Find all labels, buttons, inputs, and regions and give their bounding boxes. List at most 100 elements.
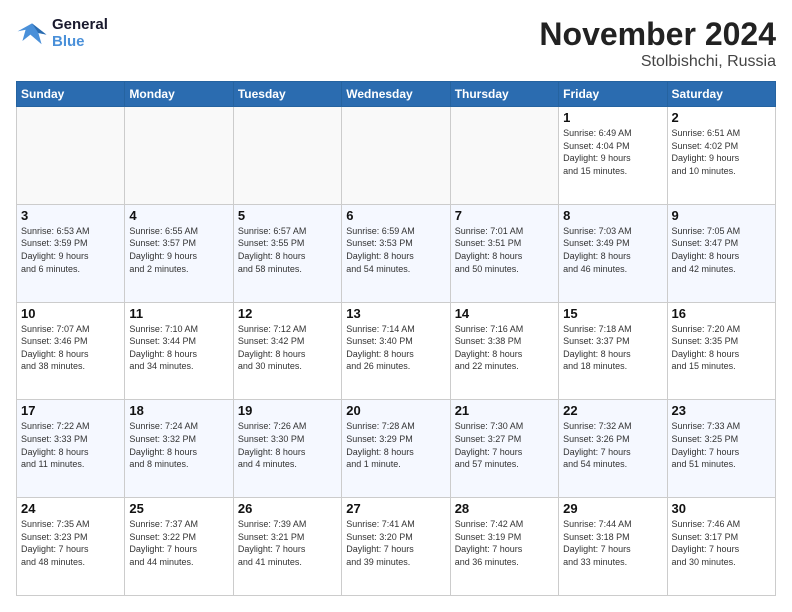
table-row (125, 107, 233, 205)
col-saturday: Saturday (667, 82, 775, 107)
day-info: Sunrise: 7:01 AM Sunset: 3:51 PM Dayligh… (455, 225, 554, 275)
location-title: Stolbishchi, Russia (539, 53, 776, 71)
header: General Blue November 2024 Stolbishchi, … (16, 16, 776, 71)
col-wednesday: Wednesday (342, 82, 450, 107)
day-number: 2 (672, 110, 771, 125)
table-row: 19 Sunrise: 7:26 AM Sunset: 3:30 PM Dayli… (233, 400, 341, 498)
header-row: Sunday Monday Tuesday Wednesday Thursday… (17, 82, 776, 107)
day-number: 26 (238, 501, 337, 516)
calendar-week-row: 24 Sunrise: 7:35 AM Sunset: 3:23 PM Dayli… (17, 498, 776, 596)
col-sunday: Sunday (17, 82, 125, 107)
table-row: 5 Sunrise: 6:57 AM Sunset: 3:55 PM Daylig… (233, 204, 341, 302)
day-info: Sunrise: 7:14 AM Sunset: 3:40 PM Dayligh… (346, 323, 445, 373)
day-number: 29 (563, 501, 662, 516)
day-number: 10 (21, 306, 120, 321)
table-row: 23 Sunrise: 7:33 AM Sunset: 3:25 PM Dayli… (667, 400, 775, 498)
day-number: 28 (455, 501, 554, 516)
day-info: Sunrise: 7:33 AM Sunset: 3:25 PM Dayligh… (672, 420, 771, 470)
day-info: Sunrise: 6:59 AM Sunset: 3:53 PM Dayligh… (346, 225, 445, 275)
day-number: 22 (563, 403, 662, 418)
day-number: 5 (238, 208, 337, 223)
day-info: Sunrise: 7:03 AM Sunset: 3:49 PM Dayligh… (563, 225, 662, 275)
day-number: 9 (672, 208, 771, 223)
col-thursday: Thursday (450, 82, 558, 107)
day-info: Sunrise: 7:05 AM Sunset: 3:47 PM Dayligh… (672, 225, 771, 275)
day-number: 8 (563, 208, 662, 223)
table-row (233, 107, 341, 205)
table-row: 2 Sunrise: 6:51 AM Sunset: 4:02 PM Daylig… (667, 107, 775, 205)
day-info: Sunrise: 7:35 AM Sunset: 3:23 PM Dayligh… (21, 518, 120, 568)
day-number: 19 (238, 403, 337, 418)
table-row: 28 Sunrise: 7:42 AM Sunset: 3:19 PM Dayli… (450, 498, 558, 596)
logo: General Blue (16, 16, 108, 50)
day-info: Sunrise: 7:07 AM Sunset: 3:46 PM Dayligh… (21, 323, 120, 373)
table-row: 7Sunrise: 7:01 AM Sunset: 3:51 PM Daylig… (450, 204, 558, 302)
table-row: 21Sunrise: 7:30 AM Sunset: 3:27 PM Dayli… (450, 400, 558, 498)
day-info: Sunrise: 7:28 AM Sunset: 3:29 PM Dayligh… (346, 420, 445, 470)
day-info: Sunrise: 7:18 AM Sunset: 3:37 PM Dayligh… (563, 323, 662, 373)
table-row: 26 Sunrise: 7:39 AM Sunset: 3:21 PM Dayli… (233, 498, 341, 596)
day-info: Sunrise: 7:44 AM Sunset: 3:18 PM Dayligh… (563, 518, 662, 568)
day-number: 11 (129, 306, 228, 321)
day-info: Sunrise: 6:53 AM Sunset: 3:59 PM Dayligh… (21, 225, 120, 275)
day-info: Sunrise: 7:30 AM Sunset: 3:27 PM Dayligh… (455, 420, 554, 470)
day-number: 1 (563, 110, 662, 125)
table-row: 25 Sunrise: 7:37 AM Sunset: 3:22 PM Dayli… (125, 498, 233, 596)
day-number: 16 (672, 306, 771, 321)
day-number: 27 (346, 501, 445, 516)
day-info: Sunrise: 7:24 AM Sunset: 3:32 PM Dayligh… (129, 420, 228, 470)
table-row: 9 Sunrise: 7:05 AM Sunset: 3:47 PM Daylig… (667, 204, 775, 302)
day-number: 20 (346, 403, 445, 418)
title-block: November 2024 Stolbishchi, Russia (539, 16, 776, 71)
day-info: Sunrise: 7:22 AM Sunset: 3:33 PM Dayligh… (21, 420, 120, 470)
day-info: Sunrise: 6:55 AM Sunset: 3:57 PM Dayligh… (129, 225, 228, 275)
calendar-week-row: 17 Sunrise: 7:22 AM Sunset: 3:33 PM Dayli… (17, 400, 776, 498)
day-info: Sunrise: 7:12 AM Sunset: 3:42 PM Dayligh… (238, 323, 337, 373)
day-number: 14 (455, 306, 554, 321)
day-info: Sunrise: 7:39 AM Sunset: 3:21 PM Dayligh… (238, 518, 337, 568)
day-info: Sunrise: 7:26 AM Sunset: 3:30 PM Dayligh… (238, 420, 337, 470)
page: General Blue November 2024 Stolbishchi, … (0, 0, 792, 612)
logo-icon (16, 17, 48, 49)
day-number: 23 (672, 403, 771, 418)
table-row: 12 Sunrise: 7:12 AM Sunset: 3:42 PM Dayli… (233, 302, 341, 400)
table-row: 27 Sunrise: 7:41 AM Sunset: 3:20 PM Dayli… (342, 498, 450, 596)
day-info: Sunrise: 7:41 AM Sunset: 3:20 PM Dayligh… (346, 518, 445, 568)
table-row: 11 Sunrise: 7:10 AM Sunset: 3:44 PM Dayli… (125, 302, 233, 400)
day-number: 12 (238, 306, 337, 321)
table-row: 13Sunrise: 7:14 AM Sunset: 3:40 PM Dayli… (342, 302, 450, 400)
day-number: 15 (563, 306, 662, 321)
day-info: Sunrise: 7:42 AM Sunset: 3:19 PM Dayligh… (455, 518, 554, 568)
day-info: Sunrise: 6:51 AM Sunset: 4:02 PM Dayligh… (672, 127, 771, 177)
calendar-week-row: 10 Sunrise: 7:07 AM Sunset: 3:46 PM Dayli… (17, 302, 776, 400)
table-row: 16 Sunrise: 7:20 AM Sunset: 3:35 PM Dayli… (667, 302, 775, 400)
day-number: 17 (21, 403, 120, 418)
day-info: Sunrise: 7:20 AM Sunset: 3:35 PM Dayligh… (672, 323, 771, 373)
table-row: 15 Sunrise: 7:18 AM Sunset: 3:37 PM Dayli… (559, 302, 667, 400)
table-row (450, 107, 558, 205)
table-row: 22 Sunrise: 7:32 AM Sunset: 3:26 PM Dayli… (559, 400, 667, 498)
table-row: 24 Sunrise: 7:35 AM Sunset: 3:23 PM Dayli… (17, 498, 125, 596)
day-info: Sunrise: 6:49 AM Sunset: 4:04 PM Dayligh… (563, 127, 662, 177)
logo-text: General Blue (52, 16, 108, 50)
table-row: 10 Sunrise: 7:07 AM Sunset: 3:46 PM Dayli… (17, 302, 125, 400)
day-info: Sunrise: 7:37 AM Sunset: 3:22 PM Dayligh… (129, 518, 228, 568)
table-row (342, 107, 450, 205)
table-row: 3 Sunrise: 6:53 AM Sunset: 3:59 PM Daylig… (17, 204, 125, 302)
day-number: 25 (129, 501, 228, 516)
month-title: November 2024 (539, 16, 776, 53)
day-info: Sunrise: 7:16 AM Sunset: 3:38 PM Dayligh… (455, 323, 554, 373)
table-row: 18 Sunrise: 7:24 AM Sunset: 3:32 PM Dayli… (125, 400, 233, 498)
day-number: 18 (129, 403, 228, 418)
day-info: Sunrise: 7:32 AM Sunset: 3:26 PM Dayligh… (563, 420, 662, 470)
day-number: 4 (129, 208, 228, 223)
table-row (17, 107, 125, 205)
table-row: 14 Sunrise: 7:16 AM Sunset: 3:38 PM Dayli… (450, 302, 558, 400)
col-monday: Monday (125, 82, 233, 107)
day-number: 3 (21, 208, 120, 223)
day-info: Sunrise: 7:10 AM Sunset: 3:44 PM Dayligh… (129, 323, 228, 373)
table-row: 29 Sunrise: 7:44 AM Sunset: 3:18 PM Dayli… (559, 498, 667, 596)
day-info: Sunrise: 6:57 AM Sunset: 3:55 PM Dayligh… (238, 225, 337, 275)
day-number: 24 (21, 501, 120, 516)
table-row: 8 Sunrise: 7:03 AM Sunset: 3:49 PM Daylig… (559, 204, 667, 302)
